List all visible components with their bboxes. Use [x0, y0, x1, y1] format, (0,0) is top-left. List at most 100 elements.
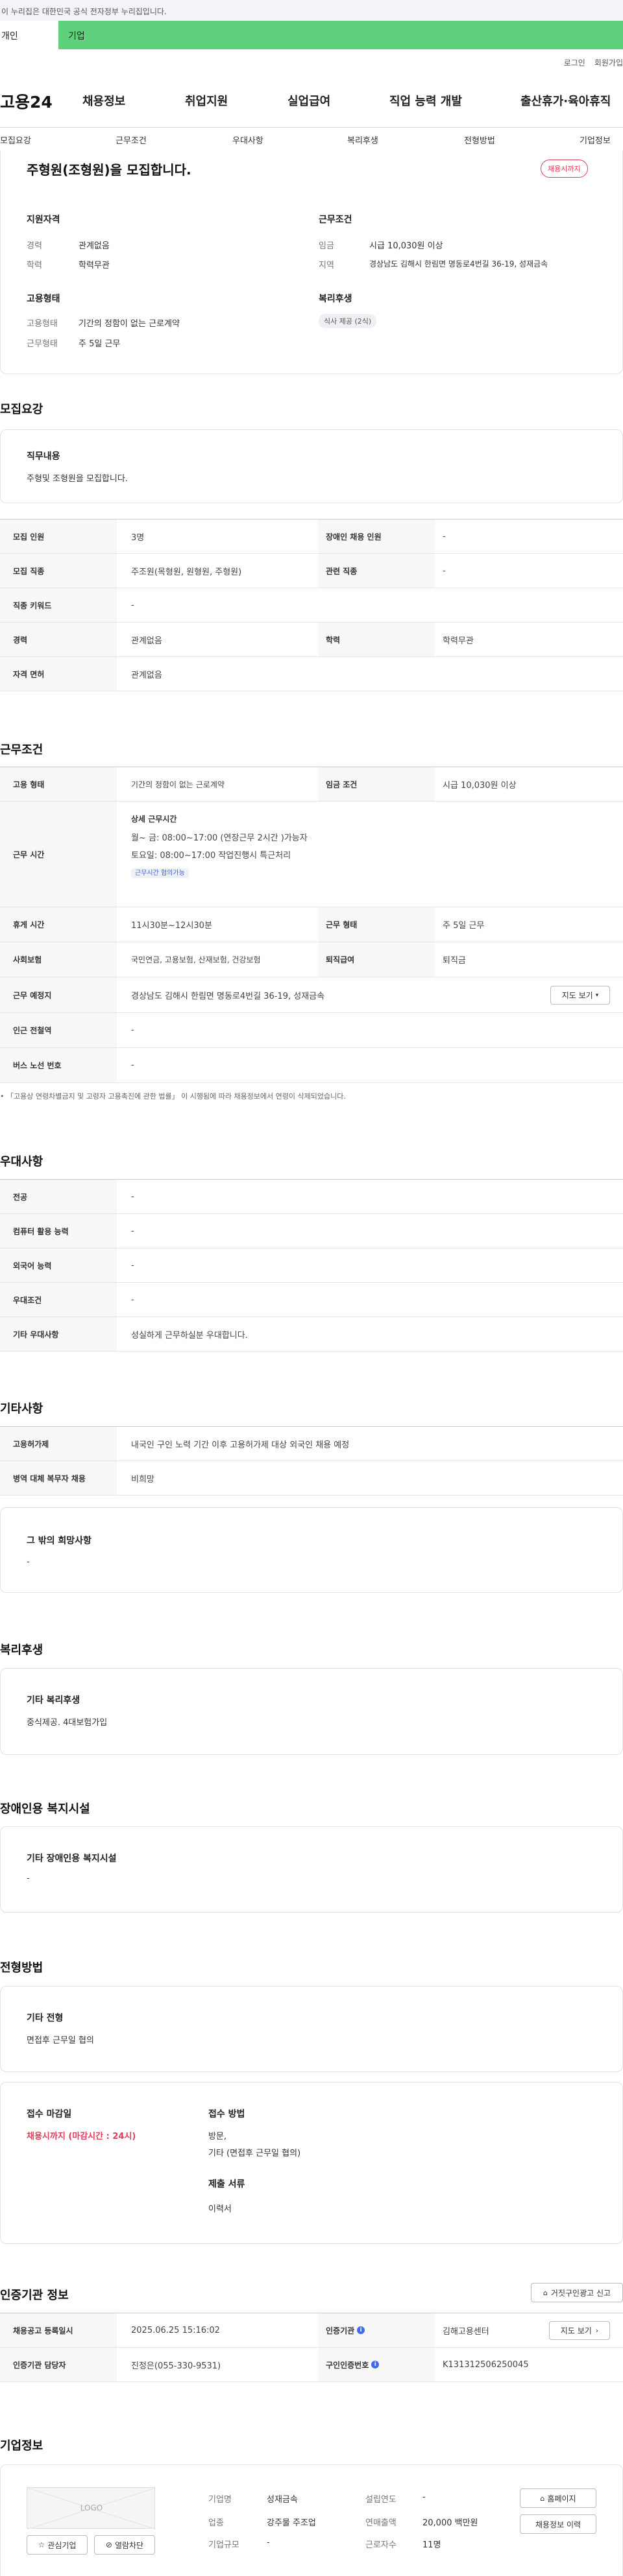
gnb-job-info[interactable]: 채용정보: [82, 92, 125, 109]
deadline-title: 접수 마감일: [27, 2109, 72, 2119]
revenue-value: 20,000 백만원: [422, 2518, 478, 2528]
cell-value: 3명: [131, 532, 145, 543]
other-heading: 기타사항: [0, 1402, 43, 1416]
tab-company[interactable]: 기업: [58, 21, 623, 49]
company-box: LOGO ☆ 관심기업 ⊘ 열람차단 기업명 성재금속 업종 강주물 주조업 기업규…: [0, 2464, 623, 2576]
cell-value: 2025.06.25 15:16:02: [131, 2325, 220, 2335]
job-title: 주형원(조형원)을 모집합니다.: [27, 162, 191, 178]
employees-label: 근로자수: [365, 2540, 397, 2550]
cell-label: 구인인증번호: [326, 2360, 369, 2370]
block-icon: ⊘: [105, 2540, 112, 2549]
cert-map-label: 지도 보기: [560, 2326, 592, 2335]
job-description-title: 직무내용: [27, 451, 60, 462]
user-type-tabs: 개인 기업: [0, 21, 623, 49]
company-logo-placeholder: LOGO: [27, 2487, 156, 2529]
revenue-label: 연매출액: [365, 2518, 397, 2528]
gnb-skills-development[interactable]: 직업 능력 개발: [389, 92, 462, 109]
selection-text: 면접후 근무일 협의: [27, 2036, 94, 2045]
cell-label: 고용 형태: [0, 767, 117, 801]
cell-label: 우대조건: [0, 1283, 117, 1317]
info-icon[interactable]: i: [371, 2361, 380, 2368]
cell-label: 관련 직종: [318, 554, 435, 588]
login-link[interactable]: 로그인: [564, 58, 585, 67]
wage-label: 임금: [319, 241, 334, 251]
cell-value: -: [131, 1226, 134, 1236]
gnb-employment-support[interactable]: 취업지원: [185, 92, 228, 109]
summary-card: 주형원(조형원)을 모집합니다. 채용시까지 지원자격 경력 관계없음 학력 학…: [0, 150, 623, 374]
tab-individual[interactable]: 개인: [0, 21, 58, 49]
table-row: 고용 형태 기간의 정함이 없는 근로계약 임금 조건 시급 10,030원 이…: [0, 767, 623, 802]
cell-label: 사회보험: [0, 942, 117, 977]
cell-value: -: [131, 600, 134, 610]
cell-label: 모집 인원: [0, 519, 117, 553]
selection-title: 기타 전형: [27, 2013, 64, 2023]
work-hours-chip: 근무시간 협의가능: [131, 868, 189, 878]
map-view-button[interactable]: 지도 보기 ▾: [550, 986, 610, 1005]
table-row: 전공 -: [0, 1180, 623, 1214]
cell-value: 퇴직금: [443, 956, 466, 966]
subnav-preference[interactable]: 우대사항: [232, 134, 263, 146]
benefits-text: 중식제공. 4대보험가입: [27, 1718, 108, 1728]
qualification-title: 지원자격: [27, 215, 60, 225]
logo-text: LOGO: [80, 2503, 103, 2512]
cell-value: K131312506250045: [443, 2359, 529, 2370]
benefits-box: 기타 복리후생 중식제공. 4대보험가입: [0, 1668, 623, 1755]
false-ad-report-button[interactable]: ⌂ 거짓구인광고 신고: [531, 2283, 623, 2302]
conditions-heading: 근무조건: [0, 743, 43, 757]
selection-heading: 전형방법: [0, 1961, 43, 1975]
cell-label: 장애인 채용 인원: [318, 519, 435, 553]
homepage-button[interactable]: ⌂ 홈페이지: [520, 2488, 596, 2508]
education-value: 학력무관: [79, 261, 110, 270]
interest-company-button[interactable]: ☆ 관심기업: [27, 2535, 88, 2555]
cell-label: 컴퓨터 활용 능력: [0, 1214, 117, 1248]
block-viewing-button[interactable]: ⊘ 열람차단: [94, 2535, 155, 2555]
cell-value: 학력무관: [443, 636, 474, 646]
table-row: 직종 키워드 -: [0, 588, 623, 623]
employment-type-label: 고용형태: [27, 319, 58, 329]
table-row: 인근 전철역 -: [0, 1013, 623, 1048]
cell-label: 근무 시간: [0, 802, 117, 907]
work-hours-subtitle: 상세 근무시간: [131, 815, 177, 824]
util-links: 로그인 회원가입: [555, 57, 623, 68]
block-viewing-label: 열람차단: [114, 2540, 144, 2550]
age-note: • 「고용상 연령차별금지 및 고령자 고용촉진에 관한 법률」 이 시행됨에 …: [0, 1091, 346, 1101]
site-logo[interactable]: 고용24: [0, 89, 53, 113]
employees-value: 11명: [422, 2540, 441, 2550]
subnav-selection[interactable]: 전형방법: [464, 134, 495, 146]
home-icon: ⌂: [540, 2494, 545, 2503]
education-label: 학력: [27, 261, 42, 270]
subnav-recruit[interactable]: 모집요강: [0, 134, 31, 146]
work-form-value: 주 5일 근무: [79, 339, 121, 349]
disabled-heading: 장애인용 복지시설: [0, 1802, 90, 1816]
subnav-benefits[interactable]: 복리후생: [347, 134, 378, 146]
recruit-history-button[interactable]: 채용정보 이력: [520, 2514, 596, 2534]
subnav-company[interactable]: 기업정보: [580, 134, 611, 146]
disabled-box: 기타 장애인용 복지시설 -: [0, 1826, 623, 1913]
company-size-label: 기업규모: [208, 2540, 239, 2550]
info-icon[interactable]: i: [357, 2326, 365, 2334]
home-icon: ⌂: [543, 2288, 548, 2297]
gnb-parental-leave[interactable]: 출산휴가·육아휴직: [520, 92, 611, 109]
chevron-right-icon: ›: [595, 2326, 599, 2335]
interest-company-label: 관심기업: [47, 2540, 77, 2550]
table-row: 근무 시간 상세 근무시간 월~ 금: 08:00~17:00 (연장근무 2시…: [0, 802, 623, 907]
subnav-conditions[interactable]: 근무조건: [116, 134, 147, 146]
table-row: 채용공고 등록일시 2025.06.25 15:16:02 인증기관 i 김해고용…: [0, 2313, 623, 2348]
cert-map-button[interactable]: 지도 보기 ›: [549, 2321, 610, 2340]
cell-value: -: [443, 531, 446, 542]
signup-link[interactable]: 회원가입: [594, 58, 623, 67]
cert-heading: 인증기관 정보: [0, 2289, 69, 2302]
conditions-title: 근무조건: [319, 215, 352, 225]
company-name-value: 성재금속: [267, 2495, 298, 2505]
industry-label: 업종: [208, 2518, 224, 2528]
docs-title: 제출 서류: [208, 2179, 245, 2189]
cell-label: 휴게 시간: [0, 907, 117, 942]
gov-banner: 이 누리집은 대한민국 공식 전자정부 누리집입니다.: [0, 0, 623, 21]
founded-value: -: [422, 2492, 426, 2502]
method-line: 기타 (면접후 근무일 협의): [208, 2149, 301, 2158]
cell-label: 기타 우대사항: [0, 1317, 117, 1351]
employment-type-value: 기간의 정함이 없는 근로계약: [79, 319, 180, 329]
cell-label: 병역 대체 복무자 채용: [0, 1461, 117, 1495]
career-label: 경력: [27, 241, 42, 251]
gnb-unemployment-benefit[interactable]: 실업급여: [287, 92, 330, 109]
